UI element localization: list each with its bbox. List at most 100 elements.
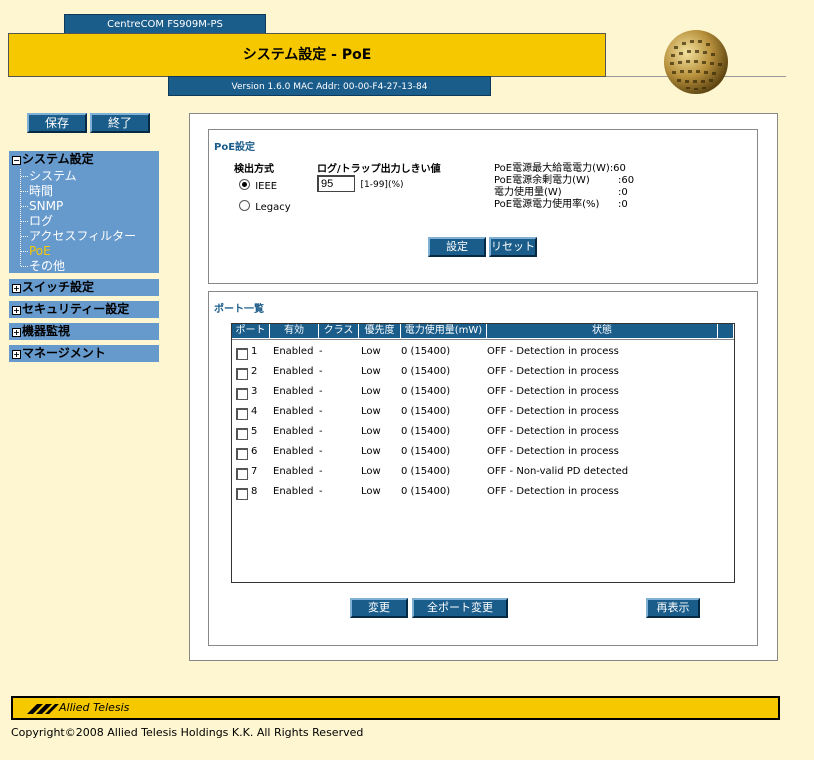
tree-branch (21, 206, 28, 207)
threshold-label: ログ/トラップ出力しきい値 (317, 164, 441, 175)
port-checkbox[interactable] (236, 428, 248, 440)
col-header-power: 電力使用量(mW) (401, 324, 487, 338)
sidebar-item-label: 機器監視 (22, 324, 71, 338)
max-power-label: PoE電源最大給電電力(W) (494, 163, 610, 174)
port-number: 7 (251, 466, 258, 477)
detection-method-label: 検出方式 (234, 164, 274, 175)
port-status: OFF - Detection in process (487, 386, 619, 397)
table-row: 4 Enabled - Low 0 (15400) OFF - Detectio… (232, 402, 732, 422)
port-power: 0 (15400) (401, 366, 451, 377)
col-header-enabled: 有効 (270, 324, 319, 338)
port-status: OFF - Detection in process (487, 406, 619, 417)
max-power-value: :60 (609, 163, 626, 174)
port-checkbox[interactable] (236, 408, 248, 420)
expand-icon[interactable]: + (12, 284, 21, 293)
port-checkbox[interactable] (236, 388, 248, 400)
sidebar-item-poe[interactable]: PoE (29, 244, 51, 259)
reset-button[interactable]: リセット (489, 237, 537, 257)
ieee-radio[interactable] (239, 179, 250, 190)
port-class: - (319, 486, 323, 497)
table-row: 1 Enabled - Low 0 (15400) OFF - Detectio… (232, 342, 732, 362)
collapse-icon[interactable]: − (12, 156, 21, 165)
sidebar-item-other[interactable]: その他 (29, 259, 65, 274)
sidebar-item-label: マネージメント (22, 346, 106, 360)
header-divider (232, 339, 734, 340)
port-enabled: Enabled (273, 386, 314, 397)
main-panel: PoE設定 検出方式 IEEE Legacy ログ/トラップ出力しきい値 [1-… (189, 113, 778, 661)
port-checkbox[interactable] (236, 368, 248, 380)
port-power: 0 (15400) (401, 486, 451, 497)
power-usage-rate-label: PoE電源電力使用率(%) (494, 199, 600, 210)
port-class: - (319, 386, 323, 397)
poe-settings-group: PoE設定 検出方式 IEEE Legacy ログ/トラップ出力しきい値 [1-… (208, 129, 758, 284)
port-status: OFF - Detection in process (487, 486, 619, 497)
sidebar-item-label: スイッチ設定 (22, 280, 95, 294)
sidebar-item-security-settings[interactable]: + セキュリティー設定 (9, 301, 159, 318)
threshold-input[interactable] (317, 175, 355, 192)
port-checkbox[interactable] (236, 448, 248, 460)
ieee-label: IEEE (255, 181, 278, 192)
port-number: 5 (251, 426, 258, 437)
port-power: 0 (15400) (401, 446, 451, 457)
port-status: OFF - Detection in process (487, 446, 619, 457)
port-class: - (319, 466, 323, 477)
port-enabled: Enabled (273, 406, 314, 417)
sidebar-item-system[interactable]: システム (29, 169, 77, 184)
tree-branch (21, 251, 28, 252)
apply-button[interactable]: 設定 (428, 237, 486, 257)
table-row: 5 Enabled - Low 0 (15400) OFF - Detectio… (232, 422, 732, 442)
col-header-spacer (718, 324, 734, 338)
sidebar-item-snmp[interactable]: SNMP (29, 199, 63, 214)
port-list-group: ポート一覧 ポート 有効 クラス 優先度 電力使用量(mW) 状態 1 Enab… (208, 291, 758, 646)
footer-bar: Allied Telesis (11, 696, 780, 720)
port-priority: Low (361, 386, 381, 397)
port-checkbox[interactable] (236, 348, 248, 360)
port-priority: Low (361, 406, 381, 417)
sidebar-item-time[interactable]: 時間 (29, 184, 53, 199)
port-enabled: Enabled (273, 486, 314, 497)
table-row: 3 Enabled - Low 0 (15400) OFF - Detectio… (232, 382, 732, 402)
surplus-power-value: :60 (618, 175, 635, 186)
ieee-radio-option[interactable]: IEEE (239, 179, 277, 192)
change-button[interactable]: 変更 (350, 598, 408, 618)
tree-branch (21, 176, 28, 177)
port-priority: Low (361, 346, 381, 357)
version-info: Version 1.6.0 MAC Addr: 00-00-F4-27-13-8… (168, 76, 491, 96)
port-priority: Low (361, 446, 381, 457)
tree-branch (21, 191, 28, 192)
port-checkbox[interactable] (236, 488, 248, 500)
port-enabled: Enabled (273, 466, 314, 477)
table-row: 7 Enabled - Low 0 (15400) OFF - Non-vali… (232, 462, 732, 482)
col-header-priority: 優先度 (359, 324, 401, 338)
legacy-radio[interactable] (239, 200, 250, 211)
port-power: 0 (15400) (401, 346, 451, 357)
expand-icon[interactable]: + (12, 306, 21, 315)
port-priority: Low (361, 366, 381, 377)
port-list-title: ポート一覧 (214, 304, 264, 315)
port-checkbox[interactable] (236, 468, 248, 480)
sidebar-item-access-filter[interactable]: アクセスフィルター (29, 229, 136, 244)
sidebar-item-switch-settings[interactable]: + スイッチ設定 (9, 279, 159, 296)
power-usage-value: :0 (618, 187, 628, 198)
port-enabled: Enabled (273, 366, 314, 377)
sidebar-item-management[interactable]: + マネージメント (9, 345, 159, 362)
expand-icon[interactable]: + (12, 350, 21, 359)
save-button[interactable]: 保存 (27, 113, 87, 133)
refresh-button[interactable]: 再表示 (646, 598, 700, 618)
sidebar-item-device-monitoring[interactable]: + 機器監視 (9, 323, 159, 340)
table-row: 8 Enabled - Low 0 (15400) OFF - Detectio… (232, 482, 732, 502)
sidebar-item-log[interactable]: ログ (29, 214, 53, 229)
port-enabled: Enabled (273, 426, 314, 437)
change-all-ports-button[interactable]: 全ポート変更 (412, 598, 508, 618)
exit-button[interactable]: 終了 (90, 113, 150, 133)
port-class: - (319, 406, 323, 417)
port-class: - (319, 346, 323, 357)
sidebar-item-system-settings[interactable]: − システム設定 (9, 151, 159, 168)
threshold-range: [1-99](%) (360, 180, 404, 190)
legacy-radio-option[interactable]: Legacy (239, 200, 291, 213)
sidebar-item-label: セキュリティー設定 (22, 302, 130, 316)
sidebar-item-label: システム設定 (22, 152, 94, 166)
expand-icon[interactable]: + (12, 328, 21, 337)
port-table: ポート 有効 クラス 優先度 電力使用量(mW) 状態 1 Enabled - … (231, 323, 735, 583)
tree-branch (21, 236, 28, 237)
